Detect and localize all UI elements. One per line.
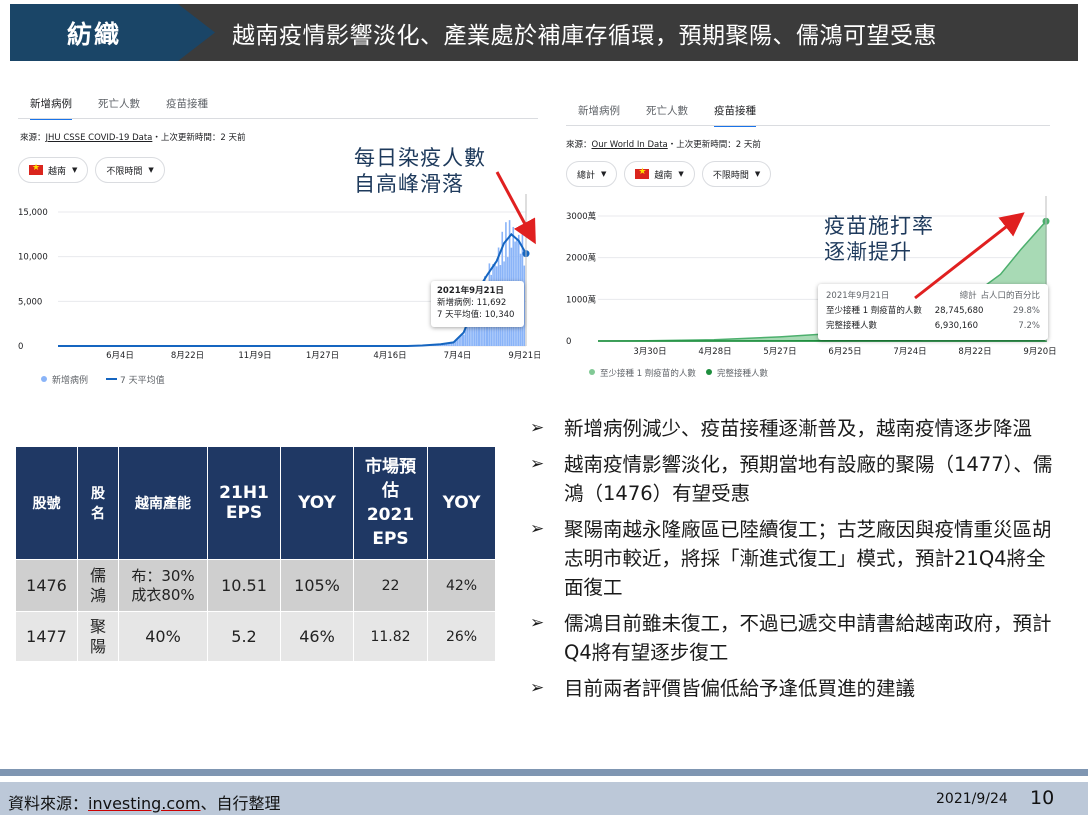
cell-capacity: 40% <box>118 611 209 662</box>
stock-table: 股號 股名 越南產能 21H1 EPS YOY 市場預估2021 EPS YOY… <box>15 446 497 662</box>
cell-forecast-eps: 11.82 <box>353 611 429 662</box>
table-header-row: 股號 股名 越南產能 21H1 EPS YOY 市場預估2021 EPS YOY <box>15 446 497 560</box>
list-item-text: 聚陽南越永隆廠區已陸續復工；古芝廠因與疫情重災區胡志明市較近，將採「漸進式復工」… <box>564 518 1052 599</box>
th-21h1-eps: 21H1 EPS <box>207 446 282 560</box>
cell-21h1-eps: 10.51 <box>207 559 282 612</box>
list-item: ➢ 新增病例減少、疫苗接種逐漸普及，越南疫情逐步降溫 <box>528 414 1058 443</box>
list-item-text: 越南疫情影響淡化，預期當地有設廠的聚陽（1477）、儒鴻（1476）有望受惠 <box>564 453 1053 505</box>
table-row: 1477 聚陽 40% 5.2 46% 11.82 26% <box>15 611 497 662</box>
cell-id: 1476 <box>15 559 78 612</box>
arrow-bullet-icon: ➢ <box>530 678 545 698</box>
cell-yoy-2: 26% <box>427 611 497 662</box>
arrow-bullet-icon: ➢ <box>530 418 545 438</box>
list-item-text: 目前兩者評價皆偏低給予逢低買進的建議 <box>564 677 916 700</box>
list-item-text: 儒鴻目前雖未復工，不過已遞交申請書給越南政府，預計Q4將有望逐步復工 <box>564 612 1052 664</box>
footer-source: 資料來源：investing.com、自行整理 <box>8 790 281 814</box>
cell-capacity: 布：30%成衣80% <box>118 559 209 612</box>
footer-source-prefix: 資料來源： <box>8 794 89 813</box>
footer-source-suffix: 、自行整理 <box>200 794 281 813</box>
cell-yoy-1: 46% <box>280 611 355 662</box>
th-yoy-2: YOY <box>427 446 497 560</box>
list-item: ➢ 越南疫情影響淡化，預期當地有設廠的聚陽（1477）、儒鴻（1476）有望受惠 <box>528 450 1058 508</box>
list-item: ➢ 儒鴻目前雖未復工，不過已遞交申請書給越南政府，預計Q4將有望逐步復工 <box>528 609 1058 667</box>
list-item-text: 新增病例減少、疫苗接種逐漸普及，越南疫情逐步降溫 <box>564 417 1033 440</box>
th-stock-id: 股號 <box>15 446 78 560</box>
footer-band <box>0 769 1088 776</box>
key-points-list: ➢ 新增病例減少、疫苗接種逐漸普及，越南疫情逐步降溫 ➢ 越南疫情影響淡化，預期當地… <box>528 414 1058 710</box>
table-row: 1476 儒鴻 布：30%成衣80% 10.51 105% 22 42% <box>15 559 497 612</box>
th-vietnam-capacity: 越南產能 <box>118 446 209 560</box>
cell-yoy-2: 42% <box>427 559 497 612</box>
arrow-bullet-icon: ➢ <box>530 613 545 633</box>
slide-footer: 資料來源：investing.com、自行整理 2021/9/24 10 <box>0 782 1088 815</box>
footer-date: 2021/9/24 <box>936 791 1008 807</box>
arrow-bullet-icon: ➢ <box>530 519 545 539</box>
th-forecast-2021-eps: 市場預估2021 EPS <box>353 446 429 560</box>
footer-source-link[interactable]: investing.com <box>88 794 201 813</box>
cell-id: 1477 <box>15 611 78 662</box>
page-number: 10 <box>1030 787 1055 809</box>
cases-down-arrow <box>495 171 536 245</box>
cell-21h1-eps: 5.2 <box>207 611 282 662</box>
cell-forecast-eps: 22 <box>353 559 429 612</box>
list-item: ➢ 聚陽南越永隆廠區已陸續復工；古芝廠因與疫情重災區胡志明市較近，將採「漸進式復工… <box>528 515 1058 602</box>
cell-yoy-1: 105% <box>280 559 355 612</box>
list-item: ➢ 目前兩者評價皆偏低給予逢低買進的建議 <box>528 674 1058 703</box>
arrow-bullet-icon: ➢ <box>530 454 545 474</box>
cell-name: 聚陽 <box>76 611 120 662</box>
vaccine-up-arrow <box>914 212 1025 300</box>
th-yoy-1: YOY <box>280 446 355 560</box>
th-stock-name: 股名 <box>76 446 120 560</box>
cell-name: 儒鴻 <box>76 559 120 612</box>
